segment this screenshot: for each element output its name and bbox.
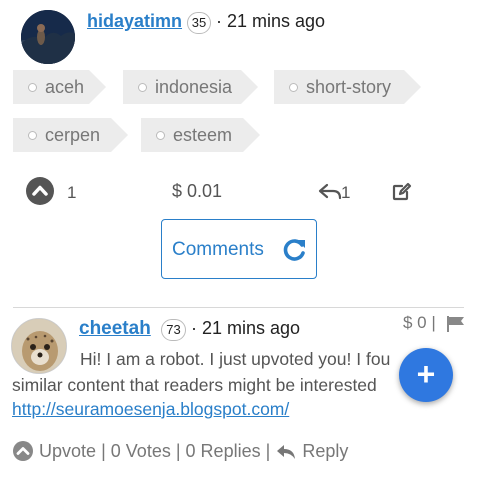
comment-reply-label: Reply [302,441,349,462]
comment-replies-count[interactable]: 0 Replies [186,441,261,461]
upvote-arrow-icon [13,441,33,462]
upvote-arrow-icon [32,185,48,196]
comment-divider [13,307,464,308]
fab-plus-label: + [416,356,436,392]
tag-label: indonesia [155,77,233,97]
comment-upvote-button[interactable]: Upvote [12,440,101,462]
tag-short-story[interactable]: short-story [274,70,421,104]
comment-body: Hi! I am a robot. I just upvoted you! I … [12,346,452,398]
tag-cerpen[interactable]: cerpen [13,118,128,152]
tag-indonesia[interactable]: indonesia [123,70,258,104]
flag-icon [447,316,464,332]
tag-label: esteem [173,125,233,145]
edit-button[interactable] [391,182,413,202]
upvote-button[interactable] [26,177,54,205]
commenter-author-link[interactable]: cheetah [79,318,151,340]
tag-dot-icon [28,131,37,140]
tag-label: cerpen [45,125,101,145]
tag-label: short-story [306,77,392,97]
tag-dot-icon [289,83,298,92]
comment-upvote-label: Upvote [39,440,97,461]
comment-payout[interactable]: $ 0 | [403,313,436,333]
tag-dot-icon [156,131,165,140]
reply-arrow-icon [277,444,296,459]
comments-button-label: Comments [172,239,264,260]
tag-dot-icon [138,83,147,92]
comment-actions: Upvote | 0 Votes | 0 Replies | Reply [12,440,348,462]
tag-aceh[interactable]: aceh [13,70,106,104]
flag-button[interactable] [446,315,466,333]
comment-body-line1: Hi! I am a robot. I just upvoted you! I … [80,349,391,369]
comment-time: · 21 mins ago [191,318,301,338]
post-author-link[interactable]: hidayatimn [87,11,182,32]
author-reputation-badge: 35 [187,12,211,34]
author-avatar[interactable] [21,10,75,64]
post-time: · 21 mins ago [216,11,326,31]
add-fab-button[interactable]: + [399,348,453,402]
comment-votes-count[interactable]: 0 Votes [111,441,171,461]
refresh-icon [283,239,305,261]
comment-reply-button[interactable]: Reply [275,440,349,462]
action-separator: | [101,440,106,461]
tag-label: aceh [45,77,85,97]
tag-esteem[interactable]: esteem [141,118,260,152]
action-separator: | [175,440,181,461]
edit-icon [392,182,412,201]
tag-dot-icon [28,83,37,92]
post-payout[interactable]: $ 0.01 [172,181,222,202]
commenter-reputation-badge: 73 [161,319,186,341]
comment-body-line2: similar content that readers might be in… [12,375,377,395]
action-separator: | [265,440,271,461]
comment-link[interactable]: http://seuramoesenja.blogspot.com/ [12,399,289,420]
vote-count[interactable]: 1 [67,183,76,203]
comments-button[interactable]: Comments [161,219,317,279]
reblog-count: 1 [341,183,351,202]
